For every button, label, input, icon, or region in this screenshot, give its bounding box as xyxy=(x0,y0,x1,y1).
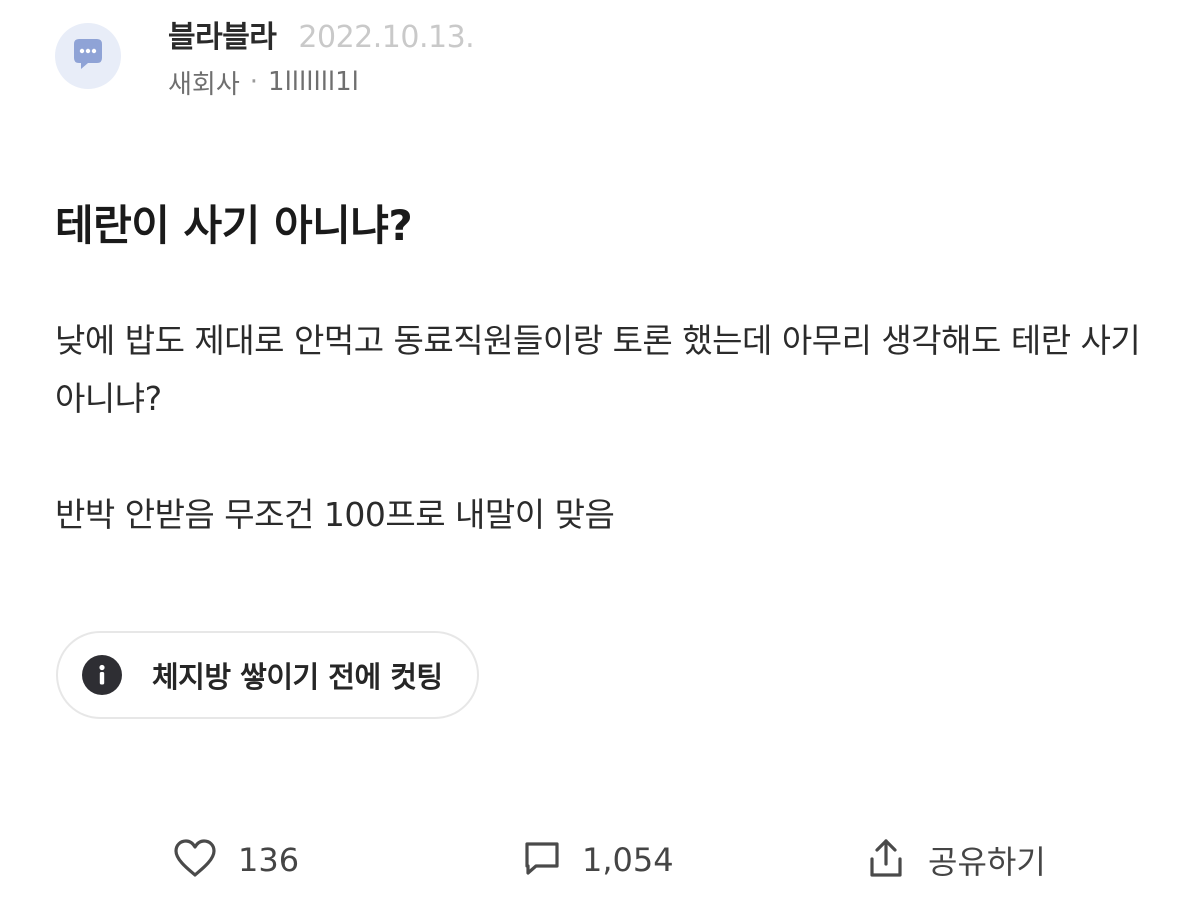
share-icon xyxy=(866,837,906,883)
topic-chip[interactable]: 체지방 쌓이기 전에 컷팅 xyxy=(56,631,479,719)
heart-icon xyxy=(172,838,218,882)
user-id: 1lllllll1l xyxy=(268,67,359,97)
post-date: 2022.10.13. xyxy=(298,19,475,55)
avatar[interactable] xyxy=(55,23,121,89)
post-header: 블라블라 2022.10.13. 새회사 · 1lllllll1l xyxy=(55,10,475,102)
like-button[interactable]: 136 xyxy=(172,835,299,885)
meta-separator: · xyxy=(249,67,259,97)
author-name[interactable]: 블라블라 xyxy=(168,12,277,56)
info-icon xyxy=(82,655,122,695)
topic-label: 체지방 쌓이기 전에 컷팅 xyxy=(152,660,443,694)
comment-icon xyxy=(522,838,562,882)
like-count: 136 xyxy=(238,841,300,879)
share-label: 공유하기 xyxy=(928,843,1046,881)
comment-count: 1,054 xyxy=(582,841,674,879)
post-paragraph: 반박 안받음 무조건 100프로 내말이 맞음 xyxy=(55,495,615,534)
post-body: 낮에 밥도 제대로 안먹고 동료직원들이랑 토론 했는데 아무리 생각해도 테란… xyxy=(55,312,1155,544)
company-name: 새회사 xyxy=(168,69,240,100)
post-paragraph: 낮에 밥도 제대로 안먹고 동료직원들이랑 토론 했는데 아무리 생각해도 테란… xyxy=(55,321,1141,418)
post-title: 테란이 사기 아니냐? xyxy=(55,201,413,250)
share-button[interactable]: 공유하기 xyxy=(866,835,1046,885)
post-meta: 블라블라 2022.10.13. 새회사 · 1lllllll1l xyxy=(168,12,475,101)
comment-button[interactable]: 1,054 xyxy=(522,835,674,885)
chat-bubble-icon xyxy=(68,34,108,78)
